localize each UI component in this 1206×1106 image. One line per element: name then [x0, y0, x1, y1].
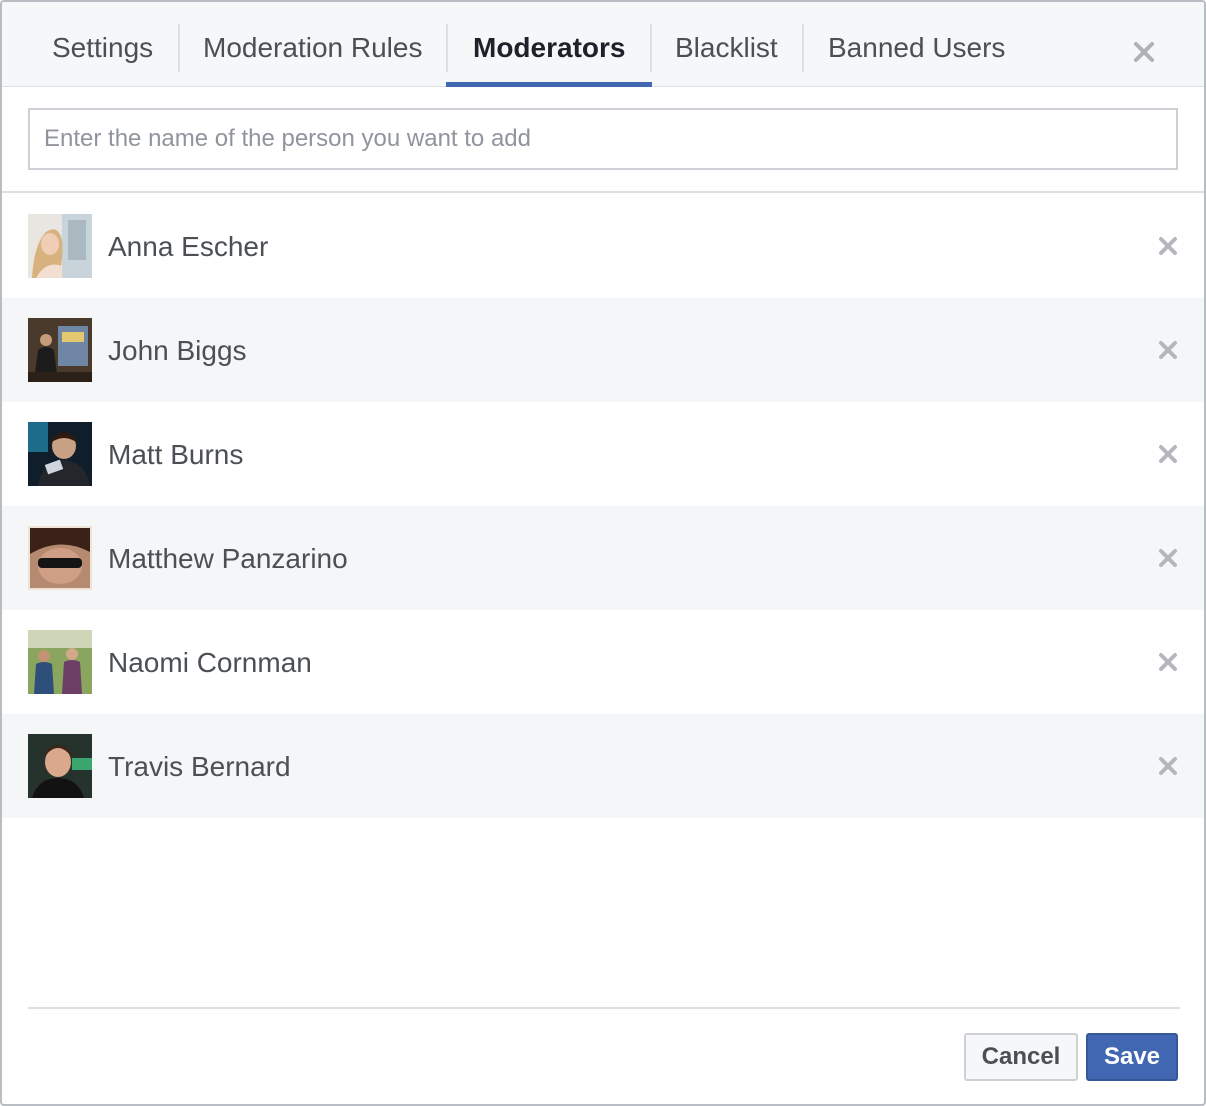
tab-banned-users[interactable]: Banned Users	[828, 2, 1005, 86]
tab-moderators[interactable]: Moderators	[473, 2, 625, 86]
search-section	[2, 87, 1204, 193]
list-item: Anna Escher	[2, 194, 1204, 298]
avatar	[28, 318, 92, 382]
tab-bar: Settings Moderation Rules Moderators Bla…	[2, 2, 1204, 87]
tab-blacklist[interactable]: Blacklist	[675, 2, 778, 86]
tab-divider	[178, 24, 180, 72]
list-item: Matt Burns	[2, 402, 1204, 506]
close-icon[interactable]	[1154, 544, 1182, 572]
close-icon[interactable]	[1154, 336, 1182, 364]
moderator-list: Anna Escher John Biggs Matt Burns Matthe…	[2, 194, 1204, 818]
close-icon[interactable]	[1154, 440, 1182, 468]
close-icon[interactable]	[1154, 232, 1182, 260]
close-icon[interactable]	[1154, 752, 1182, 780]
tab-settings[interactable]: Settings	[52, 2, 153, 86]
close-icon[interactable]	[1154, 648, 1182, 676]
moderator-name[interactable]: John Biggs	[108, 298, 247, 402]
cancel-button[interactable]: Cancel	[964, 1033, 1078, 1081]
add-moderator-input[interactable]	[28, 108, 1178, 170]
avatar	[28, 214, 92, 278]
avatar	[28, 734, 92, 798]
footer-divider	[28, 1007, 1180, 1009]
tab-divider	[446, 24, 448, 72]
avatar	[28, 630, 92, 694]
moderator-name[interactable]: Travis Bernard	[108, 714, 291, 818]
list-item: John Biggs	[2, 298, 1204, 402]
list-item: Matthew Panzarino	[2, 506, 1204, 610]
avatar	[28, 526, 92, 590]
tab-divider	[650, 24, 652, 72]
moderator-name[interactable]: Anna Escher	[108, 194, 268, 298]
list-item: Naomi Cornman	[2, 610, 1204, 714]
tab-divider	[802, 24, 804, 72]
close-icon[interactable]	[1126, 34, 1162, 70]
avatar	[28, 422, 92, 486]
save-button[interactable]: Save	[1086, 1033, 1178, 1081]
list-item: Travis Bernard	[2, 714, 1204, 818]
moderator-name[interactable]: Matt Burns	[108, 402, 243, 506]
moderator-name[interactable]: Matthew Panzarino	[108, 506, 348, 610]
tab-moderation-rules[interactable]: Moderation Rules	[203, 2, 422, 86]
moderation-dialog: Settings Moderation Rules Moderators Bla…	[0, 0, 1206, 1106]
moderator-name[interactable]: Naomi Cornman	[108, 610, 312, 714]
